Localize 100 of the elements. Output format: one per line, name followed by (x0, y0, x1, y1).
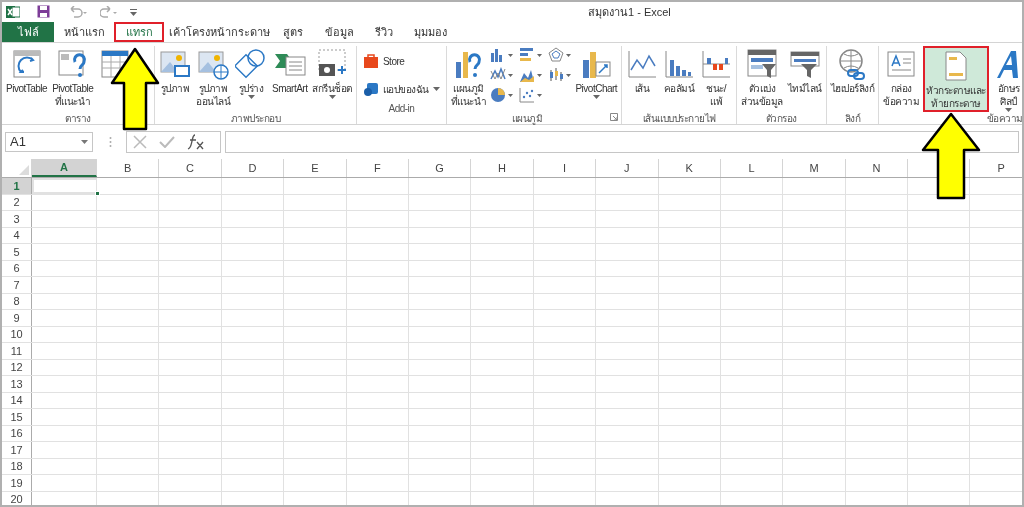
ribbon-button[interactable]: รูปร่าง (234, 46, 268, 112)
column-header[interactable]: M (783, 159, 846, 177)
slicer-filter-icon (745, 48, 778, 80)
column-header[interactable]: I (533, 159, 597, 177)
ribbon-button[interactable]: อักษร ศิลป์ (991, 46, 1022, 112)
column-header[interactable]: C (159, 159, 222, 177)
row-header[interactable]: 8 (2, 293, 32, 309)
column-header[interactable]: N (845, 159, 909, 177)
caret-icon[interactable] (566, 53, 572, 57)
row-header[interactable]: 20 (2, 491, 32, 505)
row-header[interactable]: 19 (2, 475, 32, 491)
ribbon-button[interactable]: คอลัมน์ (662, 46, 697, 112)
column-header[interactable]: E (284, 159, 347, 177)
ribbon-tab[interactable]: ข้อมูล (316, 22, 362, 42)
ribbon-tab[interactable]: หน้าแรก (58, 22, 110, 42)
row-header[interactable]: 16 (2, 425, 32, 441)
name-box[interactable]: A1 (5, 132, 93, 152)
fill-handle[interactable] (95, 190, 100, 196)
image-globe-icon (197, 48, 229, 80)
image-monitor-icon (159, 48, 191, 80)
ribbon-button[interactable]: ตัวแบ่ง ส่วนข้อมูล (740, 46, 784, 112)
row-header[interactable]: 18 (2, 458, 32, 474)
ribbon-button[interactable]: หัวกระดาษและ ท้ายกระดาษ (923, 46, 989, 112)
column-header[interactable]: L (720, 159, 784, 177)
redo-icon[interactable] (100, 5, 120, 18)
ribbon-tab[interactable]: แทรก (114, 22, 164, 42)
ribbon-button[interactable]: ไฮเปอร์ลิงก์ (829, 46, 876, 112)
ribbon-button[interactable]: ชนะ/ แพ้ (699, 46, 734, 112)
checkmark-icon[interactable] (159, 136, 175, 148)
row-header[interactable]: 14 (2, 392, 32, 408)
group-label: เส้นแบบประกายไฟ (641, 112, 717, 126)
ribbon-button[interactable]: PivotTable ที่แนะนำ (51, 46, 95, 112)
column-header[interactable]: J (596, 159, 659, 177)
caret-icon[interactable] (508, 53, 514, 57)
ribbon-button[interactable]: PivotChart (574, 46, 619, 112)
row-header[interactable]: 6 (2, 260, 32, 276)
row-header[interactable]: 2 (2, 194, 32, 210)
bar-chart-icon[interactable] (519, 47, 536, 63)
column-header[interactable]: D (221, 159, 285, 177)
row-header[interactable]: 15 (2, 409, 32, 425)
win-loss-sparkline-icon (700, 48, 733, 80)
ribbon-button[interactable]: PivotTable (5, 46, 49, 112)
pie-chart-icon[interactable] (490, 87, 507, 103)
row-header[interactable]: 7 (2, 277, 32, 293)
ribbon-button[interactable]: เส้น (625, 46, 660, 112)
customize-toolbar-icon[interactable] (130, 7, 137, 16)
ribbon-tab[interactable]: รีวิว (366, 22, 402, 42)
row-header[interactable]: 4 (2, 227, 32, 243)
ribbon-tab[interactable]: เค้าโครงหน้ากระดาษ (168, 22, 270, 42)
ribbon-tab[interactable]: มุมมอง (406, 22, 454, 42)
caret-icon[interactable] (537, 73, 543, 77)
row-header[interactable]: 10 (2, 326, 32, 342)
ribbon-button[interactable]: รูปภาพ (158, 46, 192, 112)
text-box-icon (885, 48, 918, 80)
insert-function-icon[interactable] (187, 134, 205, 150)
stock-chart-icon[interactable] (548, 67, 565, 83)
ribbon-button[interactable]: กล่อง ข้อความ (882, 46, 921, 112)
caret-icon[interactable] (537, 93, 543, 97)
group-label: Add-in (387, 102, 416, 116)
file-tab[interactable]: ไฟล์ (2, 22, 54, 42)
column-header[interactable]: B (97, 159, 160, 177)
column-header[interactable]: A (32, 159, 97, 177)
row-header[interactable]: 11 (2, 343, 32, 359)
radar-chart-icon[interactable] (548, 47, 565, 63)
caret-icon[interactable] (508, 73, 514, 77)
group-label: แผนภูมิ (510, 112, 544, 126)
row-header[interactable]: 5 (2, 244, 32, 260)
row-header[interactable]: 17 (2, 442, 32, 458)
excel-logo-icon[interactable] (6, 4, 20, 19)
group-label: ตัวกรอง (764, 112, 798, 126)
ribbon-button[interactable]: สกรีนช็อต (311, 46, 353, 112)
row-header[interactable]: 3 (2, 211, 32, 227)
save-icon[interactable] (37, 5, 50, 18)
ribbon-button[interactable]: แอปของฉัน (360, 78, 442, 100)
ribbon-tab[interactable]: สูตร (274, 22, 312, 42)
row-header[interactable]: 9 (2, 310, 32, 326)
caret-icon[interactable] (566, 73, 572, 77)
ribbon-button[interactable]: รูปภาพ ออนไลน์ (195, 46, 231, 112)
undo-icon[interactable] (68, 5, 88, 18)
row-header[interactable]: 13 (2, 376, 32, 392)
ribbon-button[interactable]: แผนภูมิ ที่แนะนำ (449, 46, 488, 112)
row-header[interactable]: 12 (2, 359, 32, 375)
dialog-launcher-icon[interactable] (610, 113, 619, 121)
column-header[interactable]: K (658, 159, 721, 177)
caret-icon[interactable] (537, 53, 543, 57)
column-header[interactable]: P (970, 159, 1022, 177)
ribbon-button[interactable]: ไทม์ไลน์ (786, 46, 823, 112)
ribbon-button[interactable]: Store (360, 50, 442, 72)
selected-cell[interactable] (32, 178, 97, 194)
apps-icon (362, 81, 379, 97)
ribbon-button[interactable]: SmartArt (271, 46, 309, 112)
column-header[interactable]: H (471, 159, 534, 177)
row-header[interactable]: 1 (2, 178, 32, 194)
caret-icon[interactable] (508, 93, 514, 97)
column-header[interactable]: G (408, 159, 472, 177)
scatter-chart-icon[interactable] (519, 87, 536, 103)
table-arrows-icon (10, 48, 43, 80)
cell-reference: A1 (10, 133, 26, 152)
group-label: ตาราง (64, 112, 92, 126)
column-header[interactable]: F (346, 159, 409, 177)
